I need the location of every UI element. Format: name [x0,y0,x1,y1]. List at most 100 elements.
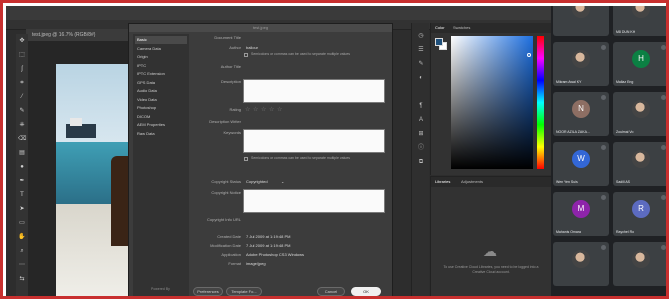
sidebar-item-dicom[interactable]: DICOM [135,113,187,121]
hand-icon[interactable]: ✋ [18,234,26,241]
move-icon[interactable]: ✥ [18,38,26,45]
keywords-field[interactable] [243,129,385,153]
sidebar-item-origin[interactable]: Origin [135,53,187,61]
brush-icon[interactable]: ✎ [18,108,26,115]
eraser-icon[interactable]: ⌫ [18,136,26,143]
sidebar-item-iptc[interactable]: IPTC [135,62,187,70]
image-boat-cabin [70,118,82,126]
participant-tile[interactable]: Sadill AS [613,142,666,186]
character-icon[interactable]: A [416,117,426,124]
template-folder-button[interactable]: Template Fo... [226,287,262,296]
participant-tile[interactable]: W Wen Yen Suis [553,142,609,186]
foreground-color-swatch[interactable] [435,38,443,46]
participant-tile[interactable]: Mikram Awal KY [553,42,609,86]
rating-star-3-icon[interactable]: ☆ [261,107,266,113]
description-field[interactable] [243,79,385,103]
color-picker-cursor[interactable] [527,53,531,57]
gradient-icon[interactable]: ▤ [18,150,26,157]
participant-tile[interactable]: M Mahanis Omara [553,192,609,236]
panel-icon-strip: ◷ ☰ ✎ ◐ ¶ A ⊞ ⓘ ⧉ [411,23,429,296]
menu-bar[interactable] [6,6,551,20]
rating-star-4-icon[interactable]: ☆ [269,107,274,113]
dodge-icon[interactable]: ● [18,164,26,171]
application-value: Adobe Photoshop CS3 Windows [246,252,305,257]
type-icon[interactable]: T [18,192,26,199]
zoom-icon[interactable]: ⌕ [18,248,26,255]
preferences-button[interactable]: Preferences [193,287,223,296]
copyright-status-select[interactable]: Copyrighted [246,178,268,185]
participant-tile[interactable] [553,6,609,36]
avatar: M [572,200,590,218]
sidebar-item-raw-data[interactable]: Raw Data [135,130,187,138]
participant-name: Wen Yen Suis [556,180,578,184]
participant-tile[interactable]: N NOOR AZILA ZAKA... [553,92,609,136]
tab-color[interactable]: Color [435,25,445,30]
copyright-notice-field[interactable] [243,189,385,213]
mic-muted-icon [661,195,666,200]
paragraph-icon[interactable]: ¶ [416,103,426,110]
cancel-button[interactable]: Cancel [317,287,345,296]
adjustments-icon[interactable]: ◐ [416,75,426,82]
participant-name: Mahanis Omara [556,230,581,234]
pen-icon[interactable]: ✒ [18,178,26,185]
brush-settings-icon[interactable]: ✎ [416,61,426,68]
sidebar-item-video-data[interactable]: Video Data [135,96,187,104]
history-icon[interactable]: ◷ [416,33,426,40]
participant-tile[interactable]: M8 DUN KH [613,6,666,36]
eyedropper-icon[interactable]: ⁄ [18,94,26,101]
rating-star-1-icon[interactable]: ☆ [245,107,250,113]
tab-libraries[interactable]: Libraries [435,179,450,184]
participant-name: Mallaz Eng [616,80,634,84]
shape-icon[interactable]: ▭ [18,220,26,227]
layers-icon[interactable]: ⧉ [416,159,426,166]
screenshot-frame: test.jpeg @ 16.7% (RGB/8#) ✥ ⬚ ʃ ⌗ ⁄ ✎ ⎈ ⌫ ▤ ● ✒ T ➤… [0,0,669,299]
document-image[interactable] [56,64,128,296]
avatar: H [632,50,650,68]
swap-colors-icon[interactable]: ⇆ [18,276,26,283]
rating-label: Rating [229,107,241,112]
mic-muted-icon [661,45,666,50]
sidebar-item-camera-data[interactable]: Camera Data [135,45,187,53]
description-writer-label: Description Writer [209,119,241,124]
participant-tile[interactable] [553,242,609,286]
libraries-panel: Libraries Adjustments ☁ To use Creative … [430,176,551,296]
sidebar-item-gps-data[interactable]: GPS Data [135,79,187,87]
author-field[interactable]: ballour [246,45,258,51]
sidebar-item-iptc-extension[interactable]: IPTC Extension [135,70,187,78]
hue-slider[interactable] [537,36,544,169]
sidebar-item-audio-data[interactable]: Audio Data [135,87,187,95]
glyphs-icon[interactable]: ⊞ [416,131,426,138]
path-select-icon[interactable]: ➤ [18,206,26,213]
sidebar-item-photoshop[interactable]: Photoshop [135,104,187,112]
participant-name: Sadill AS [616,180,631,184]
sidebar-item-aem-properties[interactable]: AEM Properties [135,121,187,129]
tab-adjustments[interactable]: Adjustments [461,179,483,184]
mic-muted-icon [661,95,666,100]
rating-star-2-icon[interactable]: ☆ [253,107,258,113]
mic-muted-icon [601,145,606,150]
color-picker-field[interactable] [451,36,533,169]
image-boat [66,124,96,138]
crop-icon[interactable]: ⌗ [18,80,26,87]
libraries-message: To use Creative Cloud Libraries, you nee… [443,265,539,274]
info-icon[interactable]: ⓘ [416,145,426,152]
participant-tile[interactable]: H Mallaz Eng [613,42,666,86]
participant-tile[interactable] [613,242,666,286]
marquee-icon[interactable]: ⬚ [18,52,26,59]
avatar [572,250,590,268]
participant-tile[interactable]: R Raychel Ro [613,192,666,236]
tab-swatches[interactable]: Swatches [453,25,470,30]
chevron-down-icon[interactable]: ⌄ [281,178,284,185]
stamp-icon[interactable]: ⎈ [18,122,26,129]
author-title-label: Author Title [220,64,241,69]
mic-muted-icon [661,245,666,250]
participant-tile[interactable]: Zoulmai Vo [613,92,666,136]
author-note-checkbox[interactable] [244,53,248,57]
rating-star-5-icon[interactable]: ☆ [277,107,282,113]
ok-button[interactable]: OK [351,287,381,296]
keywords-note-checkbox[interactable] [244,157,248,161]
properties-icon[interactable]: ☰ [416,47,426,54]
sidebar-item-basic[interactable]: Basic [135,36,187,44]
lasso-icon[interactable]: ʃ [18,66,26,73]
more-icon[interactable]: ⋯ [18,262,26,269]
